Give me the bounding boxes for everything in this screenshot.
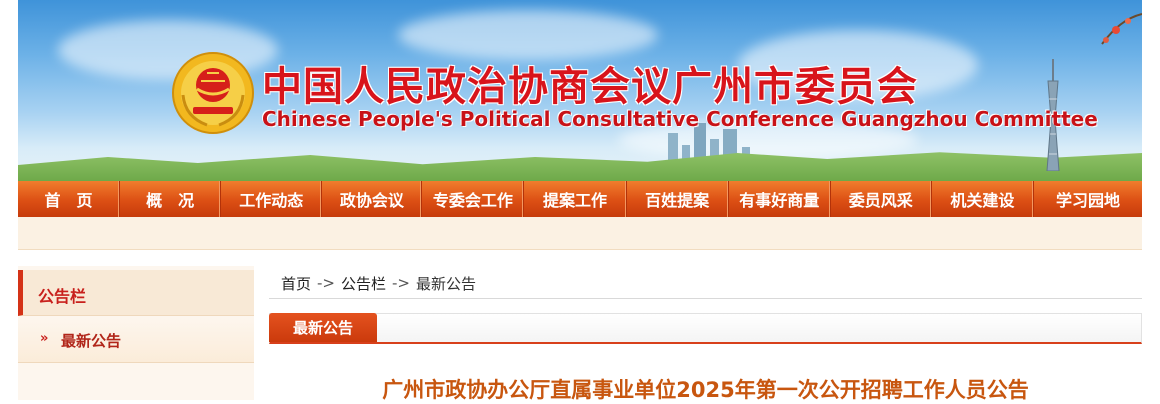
breadcrumb-home[interactable]: 首页 — [281, 275, 311, 293]
flower-branch-icon — [1101, 13, 1142, 45]
double-chevron-right-icon: » — [40, 331, 49, 346]
sidebar-item-label: 最新公告 — [61, 332, 122, 350]
sidebar-heading: 公告栏 — [18, 270, 254, 316]
site-title: 中国人民政治协商会议广州市委员会 — [262, 64, 918, 110]
nav-item-home[interactable]: 首 页 — [18, 181, 121, 217]
nav-item-member-profiles[interactable]: 委员风采 — [831, 181, 932, 217]
breadcrumb-current: 最新公告 — [416, 274, 477, 293]
hills-decoration — [18, 152, 1142, 181]
nav-item-public-proposals[interactable]: 百姓提案 — [627, 181, 729, 217]
breadcrumb: 首页 -> 公告栏 -> 最新公告 — [269, 268, 1142, 299]
nav-item-consultation[interactable]: 有事好商量 — [729, 181, 831, 217]
breadcrumb-separator: -> — [317, 274, 335, 292]
nav-item-proposal-work[interactable]: 提案工作 — [524, 181, 627, 217]
sidebar-heading-label: 公告栏 — [38, 287, 87, 306]
page: 中国人民政治协商会议广州市委员会 Chinese People's Politi… — [18, 0, 1142, 402]
nav-item-study-garden[interactable]: 学习园地 — [1034, 181, 1142, 217]
sidebar-item-latest-notices[interactable]: » 最新公告 — [18, 317, 254, 363]
site-subtitle: Chinese People's Political Consultative … — [262, 107, 1098, 131]
breadcrumb-notice-board[interactable]: 公告栏 — [341, 275, 386, 293]
nav-item-overview[interactable]: 概 况 — [120, 181, 222, 217]
nav-item-committee-work[interactable]: 专委会工作 — [422, 181, 525, 217]
section-tab-latest-notices: 最新公告 — [269, 313, 377, 342]
breadcrumb-separator: -> — [392, 274, 410, 292]
cloud — [398, 10, 658, 60]
nav-item-office-building[interactable]: 机关建设 — [932, 181, 1034, 217]
nav-item-work-news[interactable]: 工作动态 — [221, 181, 323, 217]
main-nav: 首 页 概 况 工作动态 政协会议 专委会工作 提案工作 百姓提案 有事好商量 … — [18, 181, 1142, 217]
section-header: 最新公告 — [269, 313, 1142, 344]
sidebar: 公告栏 » 最新公告 — [18, 266, 254, 400]
nav-item-cppcc-meetings[interactable]: 政协会议 — [322, 181, 423, 217]
nav-subbar — [18, 217, 1142, 250]
cppcc-emblem-icon — [172, 52, 254, 134]
header-banner: 中国人民政治协商会议广州市委员会 Chinese People's Politi… — [18, 0, 1142, 181]
